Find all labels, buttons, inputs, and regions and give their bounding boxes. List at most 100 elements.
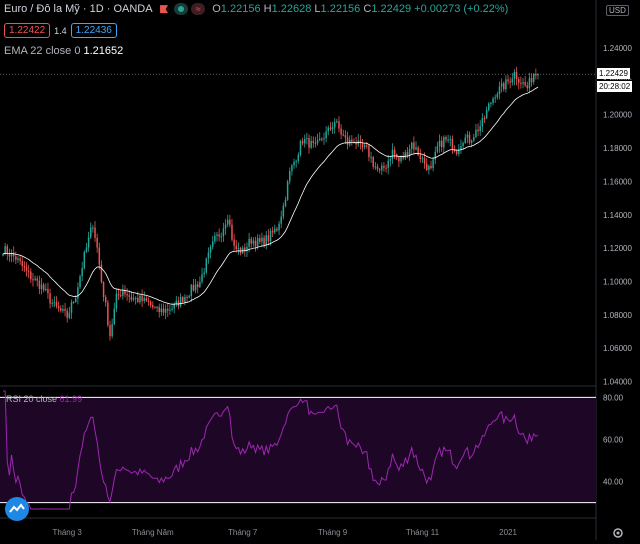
candle-body [303,138,306,144]
candle-body [483,118,486,120]
candle-body [498,86,501,95]
candle-body [333,122,336,128]
candle-body [263,237,265,246]
candle-body [449,139,452,141]
candle-body [205,258,208,273]
change-value: +0.00273 (+0.22%) [414,3,509,15]
candle-body [464,137,466,143]
candle-body [280,216,282,224]
candle-body [276,228,278,231]
candle-body [507,79,509,82]
candle-body [404,152,407,159]
candle-body [167,308,169,311]
candle-body [8,254,11,257]
candle-body [233,239,235,246]
candle-body [164,308,167,313]
candle-body [408,148,411,156]
candle-body [530,78,533,83]
buy-button[interactable]: 1.22436 [70,23,117,38]
countdown-tag: 20:28:02 [597,80,633,93]
candle-body [535,73,537,76]
candle-body [503,83,505,90]
time-axis[interactable]: Tháng 3 Tháng Năm Tháng 7 Tháng 9 Tháng 11 20… [53,528,518,537]
candle-body [505,79,507,90]
candle-body [455,151,458,154]
candle-body [81,268,83,277]
flag-icon[interactable] [160,5,169,14]
spread-value: 1.4 [54,25,67,36]
time-tick-label: Tháng 11 [406,528,440,537]
candle-body [55,302,58,307]
rsi-axis[interactable]: 80.00 60.00 40.00 [603,393,624,486]
candle-body [259,238,261,242]
candle-body [265,235,267,246]
candle-body [137,297,139,303]
candles-series [2,66,539,341]
candle-body [325,131,327,139]
price-axis[interactable]: 1.240001.220001.200001.180001.160001.140… [603,44,632,387]
candle-body [479,126,481,132]
symbol-name[interactable]: Euro / Đô la Mỹ [4,3,80,15]
market-status-icon[interactable] [174,3,189,16]
tradingview-logo-icon[interactable] [5,497,29,521]
candle-body [169,309,171,311]
candle-body [393,149,396,155]
candle-body [49,293,51,304]
compare-icon[interactable]: ≈ [191,3,206,16]
sell-button[interactable]: 1.22422 [4,23,51,38]
candle-body [216,234,218,236]
chart-canvas[interactable]: 1.240001.220001.200001.180001.160001.140… [0,0,640,540]
candle-body [291,165,293,172]
time-tick-label: 2021 [499,528,517,537]
candle-body [419,155,422,160]
rsi-tick-label: 60.00 [603,435,624,444]
candle-body [314,142,317,144]
candle-body [513,71,516,79]
candle-body [301,141,304,144]
candle-body [214,235,216,242]
interval[interactable]: 1D [90,3,104,15]
candle-body [374,166,377,168]
candle-body [293,161,295,166]
candle-body [410,142,413,149]
candle-body [87,237,90,248]
candle-body [432,159,434,169]
candle-body [391,149,394,160]
candle-body [45,288,47,291]
candle-body [398,157,400,162]
candle-body [470,140,473,143]
candle-body [83,252,86,269]
candle-body [79,276,81,288]
candle-body [47,288,49,294]
candle-body [331,127,334,130]
candle-body [235,245,238,250]
symbol-header: Euro / Đô la Mỹ · 1D · OANDA ≈ O1.22156 … [4,3,509,16]
settings-icon[interactable] [612,526,624,538]
rsi-legend[interactable]: RSI 20 close 61.99 [6,394,82,404]
candle-body [381,165,383,171]
candle-body [271,230,274,233]
candle-body [406,152,409,156]
candle-body [336,121,338,123]
candle-body [203,272,205,275]
candle-body [75,298,77,302]
candle-body [109,325,111,337]
candle-body [477,129,479,132]
rsi-band [0,397,596,503]
ema-legend[interactable]: EMA 22 close 0 1.21652 [4,45,123,57]
candle-body [434,151,437,160]
candle-body [284,199,287,206]
candle-body [438,140,441,147]
candle-body [147,300,150,302]
candle-body [415,147,417,150]
candle-body [494,97,496,99]
currency-label[interactable]: USD [606,5,629,16]
candle-body [515,71,518,80]
candle-body [524,82,526,86]
candle-body [190,284,193,297]
candle-body [111,324,113,337]
candle-body [66,310,68,318]
candle-body [175,300,178,304]
candle-body [113,308,116,325]
ema-value: 1.21652 [83,45,124,57]
